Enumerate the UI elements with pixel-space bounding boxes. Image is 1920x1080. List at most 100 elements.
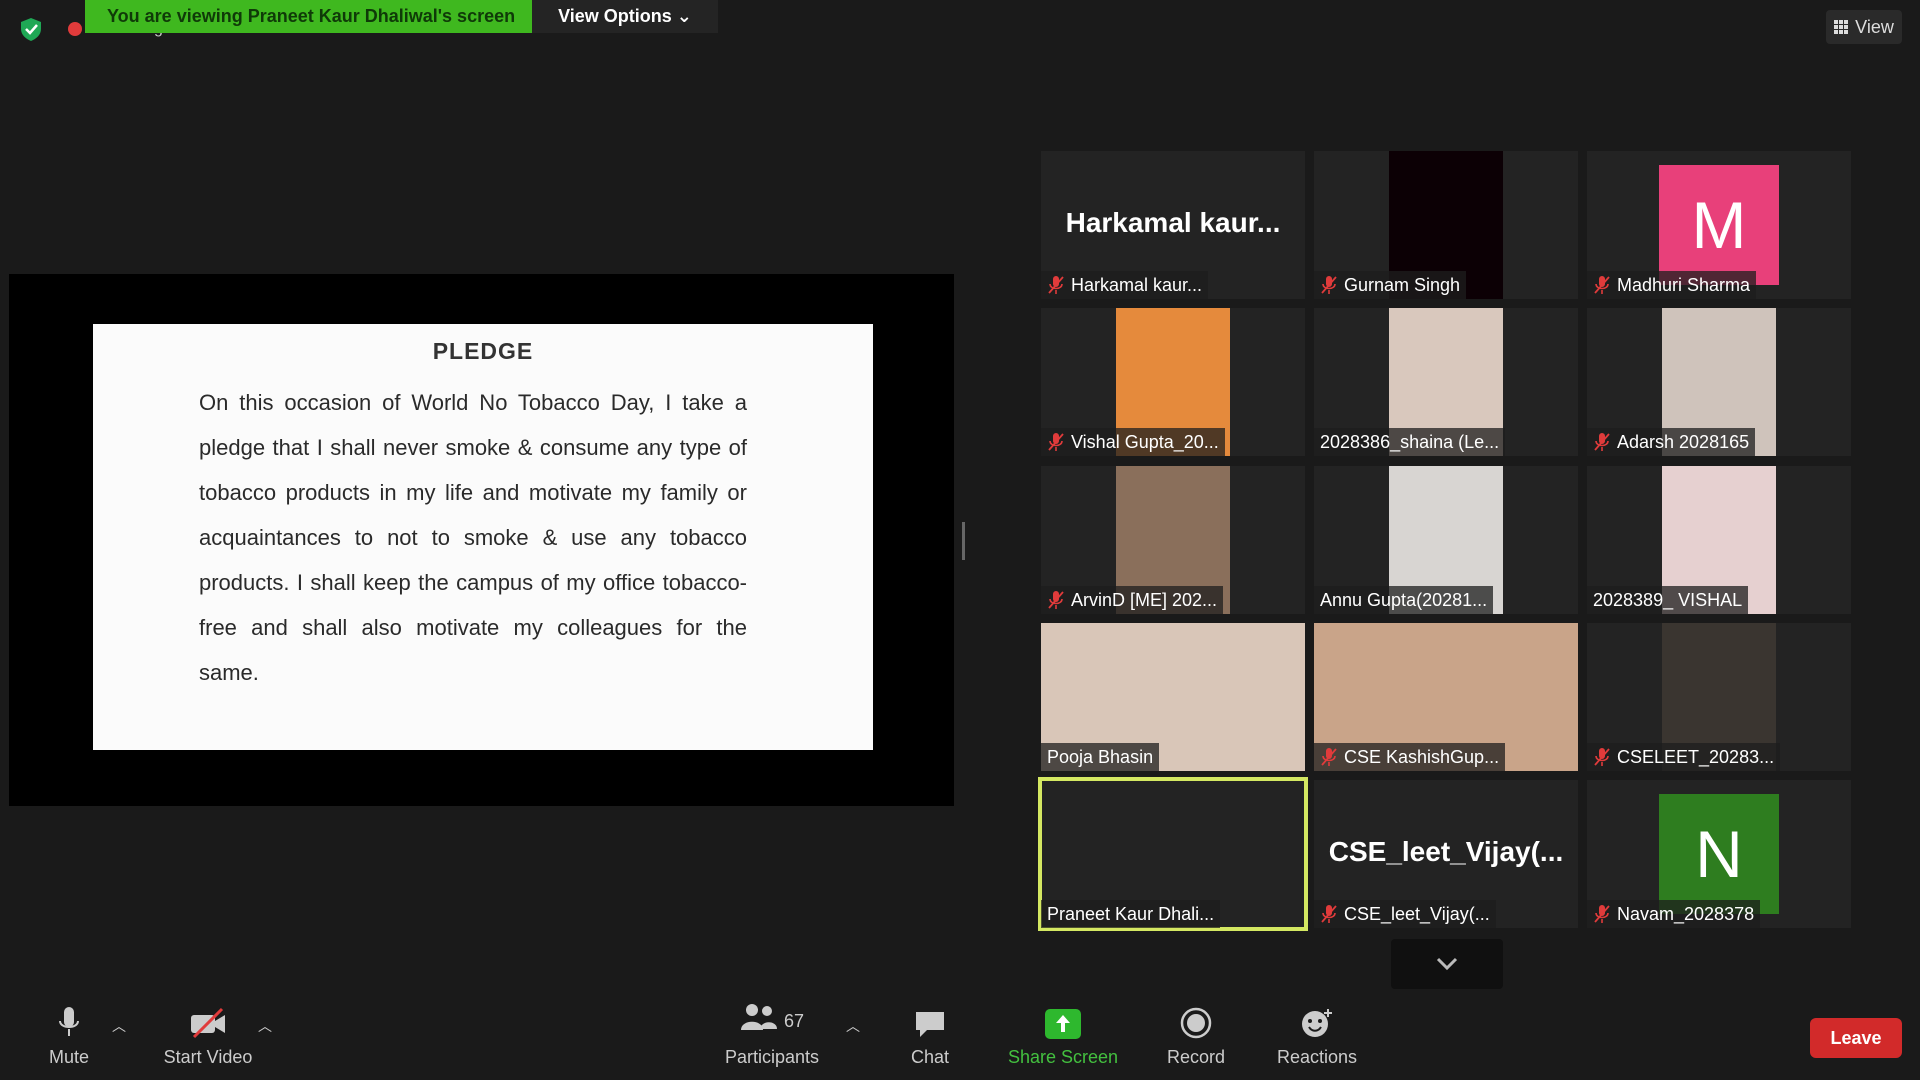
participants-icon bbox=[740, 1004, 777, 1030]
share-screen-label: Share Screen bbox=[1007, 1047, 1119, 1067]
participant-name: Adarsh 2028165 bbox=[1617, 432, 1750, 452]
muted-microphone-icon bbox=[1320, 275, 1338, 295]
pledge-title: PLEDGE bbox=[432, 338, 534, 364]
reactions-label: Reactions bbox=[1276, 1047, 1358, 1067]
participant-tile[interactable]: Annu Gupta(20281... bbox=[1314, 466, 1578, 614]
participant-name: Pooja Bhasin bbox=[1047, 747, 1154, 767]
participant-name-tag: Navam_2028378 bbox=[1587, 900, 1761, 928]
chevron-down-icon bbox=[1436, 957, 1458, 971]
participants-count: 67 bbox=[783, 1010, 805, 1031]
participant-name: CSE_leet_Vijay(... bbox=[1344, 904, 1490, 924]
view-options-button[interactable]: View Options ⌄ bbox=[532, 0, 718, 33]
muted-microphone-icon bbox=[1047, 590, 1065, 610]
muted-microphone-icon bbox=[1593, 747, 1611, 767]
participant-name: Navam_2028378 bbox=[1617, 904, 1755, 924]
participant-name-tag: 2028386_shaina (Le... bbox=[1314, 428, 1506, 456]
muted-microphone-icon bbox=[1047, 275, 1065, 295]
participant-name-tag: Vishal Gupta_20... bbox=[1041, 428, 1225, 456]
muted-microphone-icon bbox=[1593, 275, 1611, 295]
microphone-icon bbox=[59, 1007, 79, 1036]
audio-options-caret-icon[interactable]: ︿ bbox=[112, 1016, 126, 1036]
participant-tile[interactable]: N Navam_2028378 bbox=[1587, 780, 1851, 928]
share-screen-icon bbox=[1045, 1009, 1081, 1039]
gallery-next-page-button[interactable] bbox=[1391, 939, 1503, 989]
viewing-banner: You are viewing Praneet Kaur Dhaliwal's … bbox=[85, 0, 532, 33]
participant-tile[interactable]: ArvinD [ME] 202... bbox=[1041, 466, 1305, 614]
participant-tile[interactable]: Vishal Gupta_20... bbox=[1041, 308, 1305, 456]
muted-microphone-icon bbox=[1593, 904, 1611, 924]
participant-name-tag: CSE KashishGup... bbox=[1314, 743, 1506, 771]
muted-microphone-icon bbox=[1320, 904, 1338, 924]
shared-screen[interactable]: PLEDGE On this occasion of World No Toba… bbox=[9, 274, 954, 806]
view-options-label: View Options bbox=[558, 6, 672, 26]
participant-avatar: N bbox=[1659, 794, 1779, 914]
participant-display-name: CSE_leet_Vijay(... bbox=[1328, 836, 1564, 867]
start-video-button[interactable]: Start Video bbox=[158, 990, 258, 1080]
pledge-document: PLEDGE On this occasion of World No Toba… bbox=[93, 324, 873, 750]
participant-name-tag: Harkamal kaur... bbox=[1041, 271, 1209, 299]
chat-label: Chat bbox=[910, 1047, 950, 1067]
leave-button[interactable]: Leave bbox=[1810, 1018, 1902, 1058]
participant-name-tag: CSE_leet_Vijay(... bbox=[1314, 900, 1496, 928]
gallery-grid-icon bbox=[1834, 20, 1849, 34]
participant-tile[interactable]: CSE_leet_Vijay(... CSE_leet_Vijay(... bbox=[1314, 780, 1578, 928]
participant-tile[interactable]: 2028389_ VISHAL bbox=[1587, 466, 1851, 614]
participant-name: Gurnam Singh bbox=[1344, 275, 1461, 295]
muted-microphone-icon bbox=[1047, 432, 1065, 452]
muted-microphone-icon bbox=[1320, 747, 1338, 767]
participant-name: ArvinD [ME] 202... bbox=[1071, 590, 1218, 610]
chevron-down-icon: ⌄ bbox=[676, 6, 692, 26]
participant-tile[interactable]: CSE KashishGup... bbox=[1314, 623, 1578, 771]
video-options-caret-icon[interactable]: ︿ bbox=[258, 1016, 272, 1036]
participant-name: CSELEET_20283... bbox=[1617, 747, 1775, 767]
participant-display-name: Harkamal kaur... bbox=[1065, 207, 1281, 238]
view-label: View bbox=[1855, 16, 1894, 37]
participant-name: Harkamal kaur... bbox=[1071, 275, 1203, 295]
participant-name-tag: Madhuri Sharma bbox=[1587, 271, 1757, 299]
participant-name: Annu Gupta(20281... bbox=[1320, 590, 1488, 610]
mute-button[interactable]: Mute bbox=[36, 990, 102, 1080]
video-off-icon bbox=[191, 1007, 225, 1039]
participant-tile[interactable]: Pooja Bhasin bbox=[1041, 623, 1305, 771]
participant-tile[interactable]: M Madhuri Sharma bbox=[1587, 151, 1851, 299]
record-button[interactable]: Record bbox=[1160, 990, 1232, 1080]
participants-button[interactable]: 67 Participants bbox=[722, 990, 822, 1080]
participants-label: Participants bbox=[724, 1047, 820, 1067]
mute-label: Mute bbox=[48, 1047, 90, 1067]
participant-tile[interactable]: CSELEET_20283... bbox=[1587, 623, 1851, 771]
recording-dot-icon bbox=[68, 22, 82, 36]
participant-tile[interactable]: 2028386_shaina (Le... bbox=[1314, 308, 1578, 456]
pledge-text: On this occasion of World No Tobacco Day… bbox=[199, 390, 747, 685]
participant-name: 2028389_ VISHAL bbox=[1593, 590, 1743, 610]
chat-bubble-icon bbox=[916, 1012, 944, 1037]
security-shield-icon[interactable] bbox=[18, 16, 44, 42]
participant-name: CSE KashishGup... bbox=[1344, 747, 1500, 767]
participant-name-tag: Gurnam Singh bbox=[1314, 271, 1467, 299]
participant-tile[interactable]: Adarsh 2028165 bbox=[1587, 308, 1851, 456]
reactions-smiley-icon bbox=[1302, 1009, 1332, 1037]
split-view-handle[interactable] bbox=[962, 522, 965, 560]
participant-tile[interactable]: Gurnam Singh bbox=[1314, 151, 1578, 299]
participant-name: 2028386_shaina (Le... bbox=[1320, 432, 1500, 452]
record-icon bbox=[1180, 1007, 1212, 1039]
participant-name-tag: ArvinD [ME] 202... bbox=[1041, 586, 1224, 614]
participant-name-tag: Pooja Bhasin bbox=[1041, 743, 1160, 771]
participant-tile[interactable]: Praneet Kaur Dhali... bbox=[1038, 777, 1308, 931]
record-label: Record bbox=[1166, 1047, 1226, 1067]
participant-name: Vishal Gupta_20... bbox=[1071, 432, 1219, 452]
participant-name-tag: CSELEET_20283... bbox=[1587, 743, 1781, 771]
participant-name: Praneet Kaur Dhali... bbox=[1047, 904, 1215, 924]
view-button[interactable]: View bbox=[1826, 10, 1902, 44]
reactions-button[interactable]: Reactions bbox=[1270, 990, 1364, 1080]
chat-button[interactable]: Chat bbox=[900, 990, 960, 1080]
share-screen-button[interactable]: Share Screen bbox=[1004, 990, 1122, 1080]
participant-name-tag: Adarsh 2028165 bbox=[1587, 428, 1756, 456]
participant-name: Madhuri Sharma bbox=[1617, 275, 1751, 295]
participants-options-caret-icon[interactable]: ︿ bbox=[846, 1016, 860, 1036]
participant-name-tag: 2028389_ VISHAL bbox=[1587, 586, 1749, 614]
meeting-toolbar: Mute ︿ Start Video ︿ 67 Participants ︿ C… bbox=[0, 990, 1920, 1080]
muted-microphone-icon bbox=[1593, 432, 1611, 452]
participant-tile[interactable]: Harkamal kaur... Harkamal kaur... bbox=[1041, 151, 1305, 299]
participant-name-tag: Praneet Kaur Dhali... bbox=[1041, 900, 1221, 928]
participant-name-tag: Annu Gupta(20281... bbox=[1314, 586, 1494, 614]
